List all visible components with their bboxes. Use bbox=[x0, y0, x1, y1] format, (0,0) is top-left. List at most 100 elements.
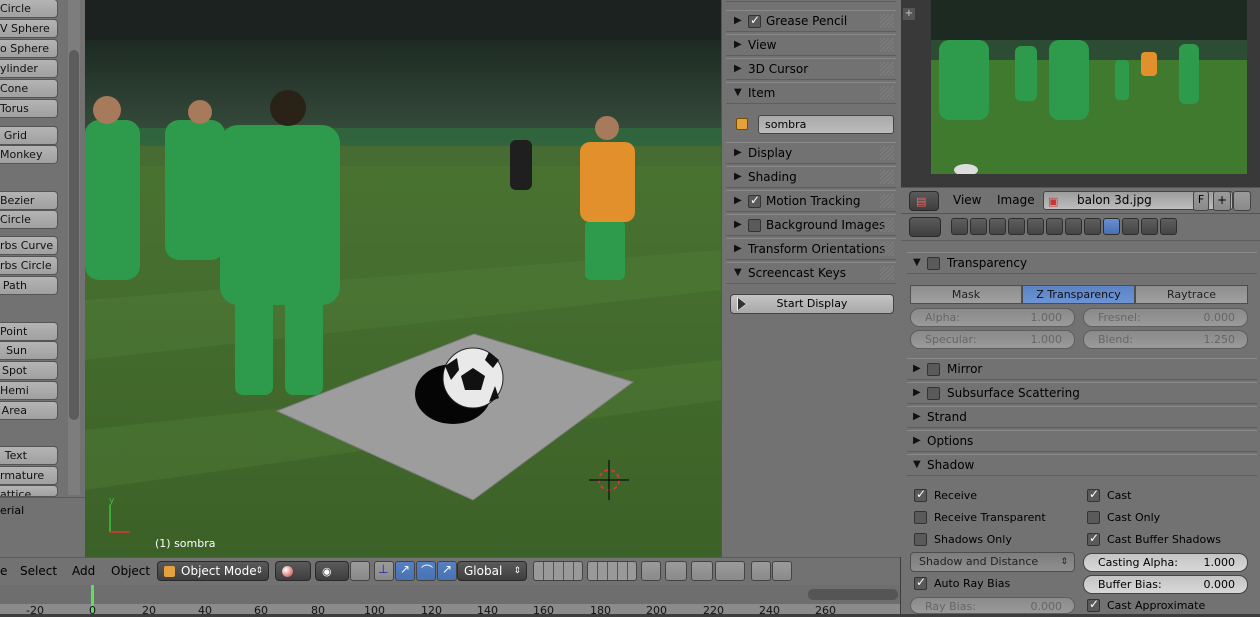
add-circle-button[interactable]: Circle bbox=[0, 0, 58, 18]
mode-dropdown[interactable]: Object Mode ⇕ bbox=[157, 561, 269, 581]
receive-transparent-checkbox-row[interactable]: Receive Transparent bbox=[914, 509, 1074, 527]
select-menu[interactable]: Select bbox=[20, 564, 57, 578]
blend-field[interactable]: Blend: 1.250 bbox=[1083, 330, 1248, 349]
panel-display-header[interactable]: ▶ Display bbox=[726, 142, 896, 164]
add-hemi-lamp-button[interactable]: Hemi bbox=[0, 381, 58, 400]
soccer-ball-object[interactable] bbox=[442, 347, 504, 409]
background-images-checkbox[interactable] bbox=[748, 219, 761, 232]
add-nurbs-curve-button[interactable]: rbs Curve bbox=[0, 236, 58, 255]
receive-checkbox[interactable] bbox=[914, 487, 927, 502]
add-armature-button[interactable]: rmature bbox=[0, 466, 58, 485]
add-ico-sphere-button[interactable]: o Sphere bbox=[0, 39, 58, 58]
object-name-field[interactable]: sombra bbox=[758, 115, 894, 134]
editor-type-dropdown[interactable]: ▤ bbox=[909, 191, 939, 211]
options-panel-header[interactable]: ▶ Options bbox=[907, 430, 1257, 452]
add-area-lamp-button[interactable]: Area bbox=[0, 401, 58, 420]
tab-layers-icon[interactable] bbox=[970, 218, 987, 235]
shadow-panel-header[interactable]: ▼ Shadow bbox=[907, 454, 1257, 476]
mirror-panel-header[interactable]: ▶ Mirror bbox=[907, 358, 1257, 380]
image-view-menu[interactable]: View bbox=[953, 193, 981, 207]
tab-particles-icon[interactable] bbox=[1141, 218, 1158, 235]
tab-render-icon[interactable] bbox=[951, 218, 968, 235]
panel-motion-tracking-header[interactable]: ▶ Motion Tracking bbox=[726, 190, 896, 212]
cast-only-checkbox-row[interactable]: Cast Only bbox=[1087, 509, 1247, 527]
fresnel-field[interactable]: Fresnel: 0.000 bbox=[1083, 308, 1248, 327]
panel-transform-orientations-header[interactable]: ▶ Transform Orientations bbox=[726, 238, 896, 260]
panel-view-header[interactable]: ▶ View bbox=[726, 34, 896, 56]
shadows-only-checkbox[interactable] bbox=[914, 533, 927, 546]
translate-mode-button[interactable]: ↗ bbox=[395, 561, 415, 581]
object-menu[interactable]: Object bbox=[111, 564, 150, 578]
tab-modifiers-icon[interactable] bbox=[1065, 218, 1082, 235]
image-editor[interactable]: + bbox=[901, 0, 1260, 187]
tab-world-icon[interactable] bbox=[1008, 218, 1025, 235]
new-image-button[interactable]: + bbox=[1213, 191, 1231, 211]
subsurface-scattering-panel-header[interactable]: ▶ Subsurface Scattering bbox=[907, 382, 1257, 404]
transparency-mode-mask[interactable]: Mask bbox=[910, 285, 1022, 304]
cast-approximate-checkbox[interactable] bbox=[1087, 597, 1100, 612]
motion-tracking-checkbox[interactable] bbox=[748, 193, 761, 208]
snap-toggle-button[interactable] bbox=[691, 561, 713, 581]
image-menu[interactable]: Image bbox=[997, 193, 1035, 207]
add-path-button[interactable]: Path bbox=[0, 276, 58, 295]
start-display-button[interactable]: Start Display bbox=[730, 294, 894, 314]
render-still-button[interactable] bbox=[751, 561, 771, 581]
render-animation-button[interactable] bbox=[772, 561, 792, 581]
transparency-mode-z-transparency[interactable]: Z Transparency bbox=[1022, 285, 1135, 304]
receive-checkbox-row[interactable]: Receive bbox=[914, 487, 1074, 505]
layers-grid-b[interactable] bbox=[587, 561, 637, 581]
cast-checkbox[interactable] bbox=[1087, 487, 1100, 502]
material-panel-header[interactable]: erial bbox=[0, 497, 85, 557]
panel-background-images-header[interactable]: ▶ Background Images bbox=[726, 214, 896, 236]
panel-screencast-keys-header[interactable]: ▼ Screencast Keys bbox=[726, 262, 896, 284]
tab-constraints-icon[interactable] bbox=[1046, 218, 1063, 235]
rotate-mode-button[interactable]: ⌒ bbox=[416, 561, 436, 581]
timeline-scrollbar[interactable] bbox=[808, 589, 898, 600]
properties-editor-type-dropdown[interactable] bbox=[909, 217, 941, 237]
add-grid-button[interactable]: Grid bbox=[0, 126, 58, 145]
strand-panel-header[interactable]: ▶ Strand bbox=[907, 406, 1257, 428]
timeline[interactable]: -20 0 20 40 60 80 100 120 140 160 180 20… bbox=[0, 585, 900, 617]
panel-3d-cursor-header[interactable]: ▶ 3D Cursor bbox=[726, 58, 896, 80]
panel-shading-header[interactable]: ▶ Shading bbox=[726, 166, 896, 188]
alpha-field[interactable]: Alpha: 1.000 bbox=[910, 308, 1075, 327]
cast-buffer-shadows-checkbox[interactable] bbox=[1087, 531, 1100, 546]
cast-only-checkbox[interactable] bbox=[1087, 511, 1100, 524]
specular-field[interactable]: Specular: 1.000 bbox=[910, 330, 1075, 349]
panel-item-header[interactable]: ▼ Item bbox=[726, 82, 896, 104]
add-menu[interactable]: Add bbox=[72, 564, 95, 578]
tool-shelf-scroll-thumb[interactable] bbox=[69, 50, 79, 420]
add-spot-lamp-button[interactable]: Spot bbox=[0, 361, 58, 380]
pivot-point-dropdown[interactable]: ◉ bbox=[315, 561, 349, 581]
snap-element-dropdown[interactable] bbox=[715, 561, 745, 581]
viewport-shading-dropdown[interactable] bbox=[275, 561, 311, 581]
cast-buffer-shadows-checkbox-row[interactable]: Cast Buffer Shadows bbox=[1087, 531, 1247, 549]
shadow-only-type-dropdown[interactable]: Shadow and Distance ⇕ bbox=[910, 552, 1075, 572]
lock-layers-button[interactable] bbox=[641, 561, 661, 581]
panel-transform-header[interactable] bbox=[726, 0, 896, 2]
add-region-icon[interactable]: + bbox=[903, 8, 915, 20]
scale-mode-button[interactable]: ↗ bbox=[437, 561, 457, 581]
proportional-edit-button[interactable] bbox=[665, 561, 687, 581]
translate-manipulator-button[interactable]: ⊥ bbox=[374, 561, 394, 581]
layers-grid-a[interactable] bbox=[533, 561, 583, 581]
add-uv-sphere-button[interactable]: V Sphere bbox=[0, 19, 58, 38]
transparency-checkbox[interactable] bbox=[927, 257, 940, 270]
add-cylinder-button[interactable]: ylinder bbox=[0, 59, 58, 78]
add-point-lamp-button[interactable]: Point bbox=[0, 322, 58, 341]
view-menu[interactable]: e bbox=[0, 564, 7, 578]
cast-approximate-checkbox-row[interactable]: Cast Approximate bbox=[1087, 597, 1252, 614]
cast-checkbox-row[interactable]: Cast bbox=[1087, 487, 1247, 505]
tab-material-icon[interactable] bbox=[1103, 218, 1120, 235]
add-text-button[interactable]: Text bbox=[0, 446, 58, 465]
add-bezier-button[interactable]: Bezier bbox=[0, 191, 58, 210]
3d-viewport[interactable]: y (1) sombra bbox=[85, 0, 721, 557]
grease-pencil-checkbox[interactable] bbox=[748, 13, 761, 28]
auto-ray-bias-checkbox-row[interactable]: Auto Ray Bias bbox=[914, 575, 1074, 593]
orientation-dropdown[interactable]: Global ⇕ bbox=[457, 561, 527, 581]
add-torus-button[interactable]: Torus bbox=[0, 99, 58, 118]
timeline-track[interactable] bbox=[0, 585, 900, 604]
fake-user-button[interactable]: F bbox=[1193, 191, 1209, 211]
add-bezier-circle-button[interactable]: Circle bbox=[0, 210, 58, 229]
add-lattice-button[interactable]: attice bbox=[0, 485, 58, 497]
